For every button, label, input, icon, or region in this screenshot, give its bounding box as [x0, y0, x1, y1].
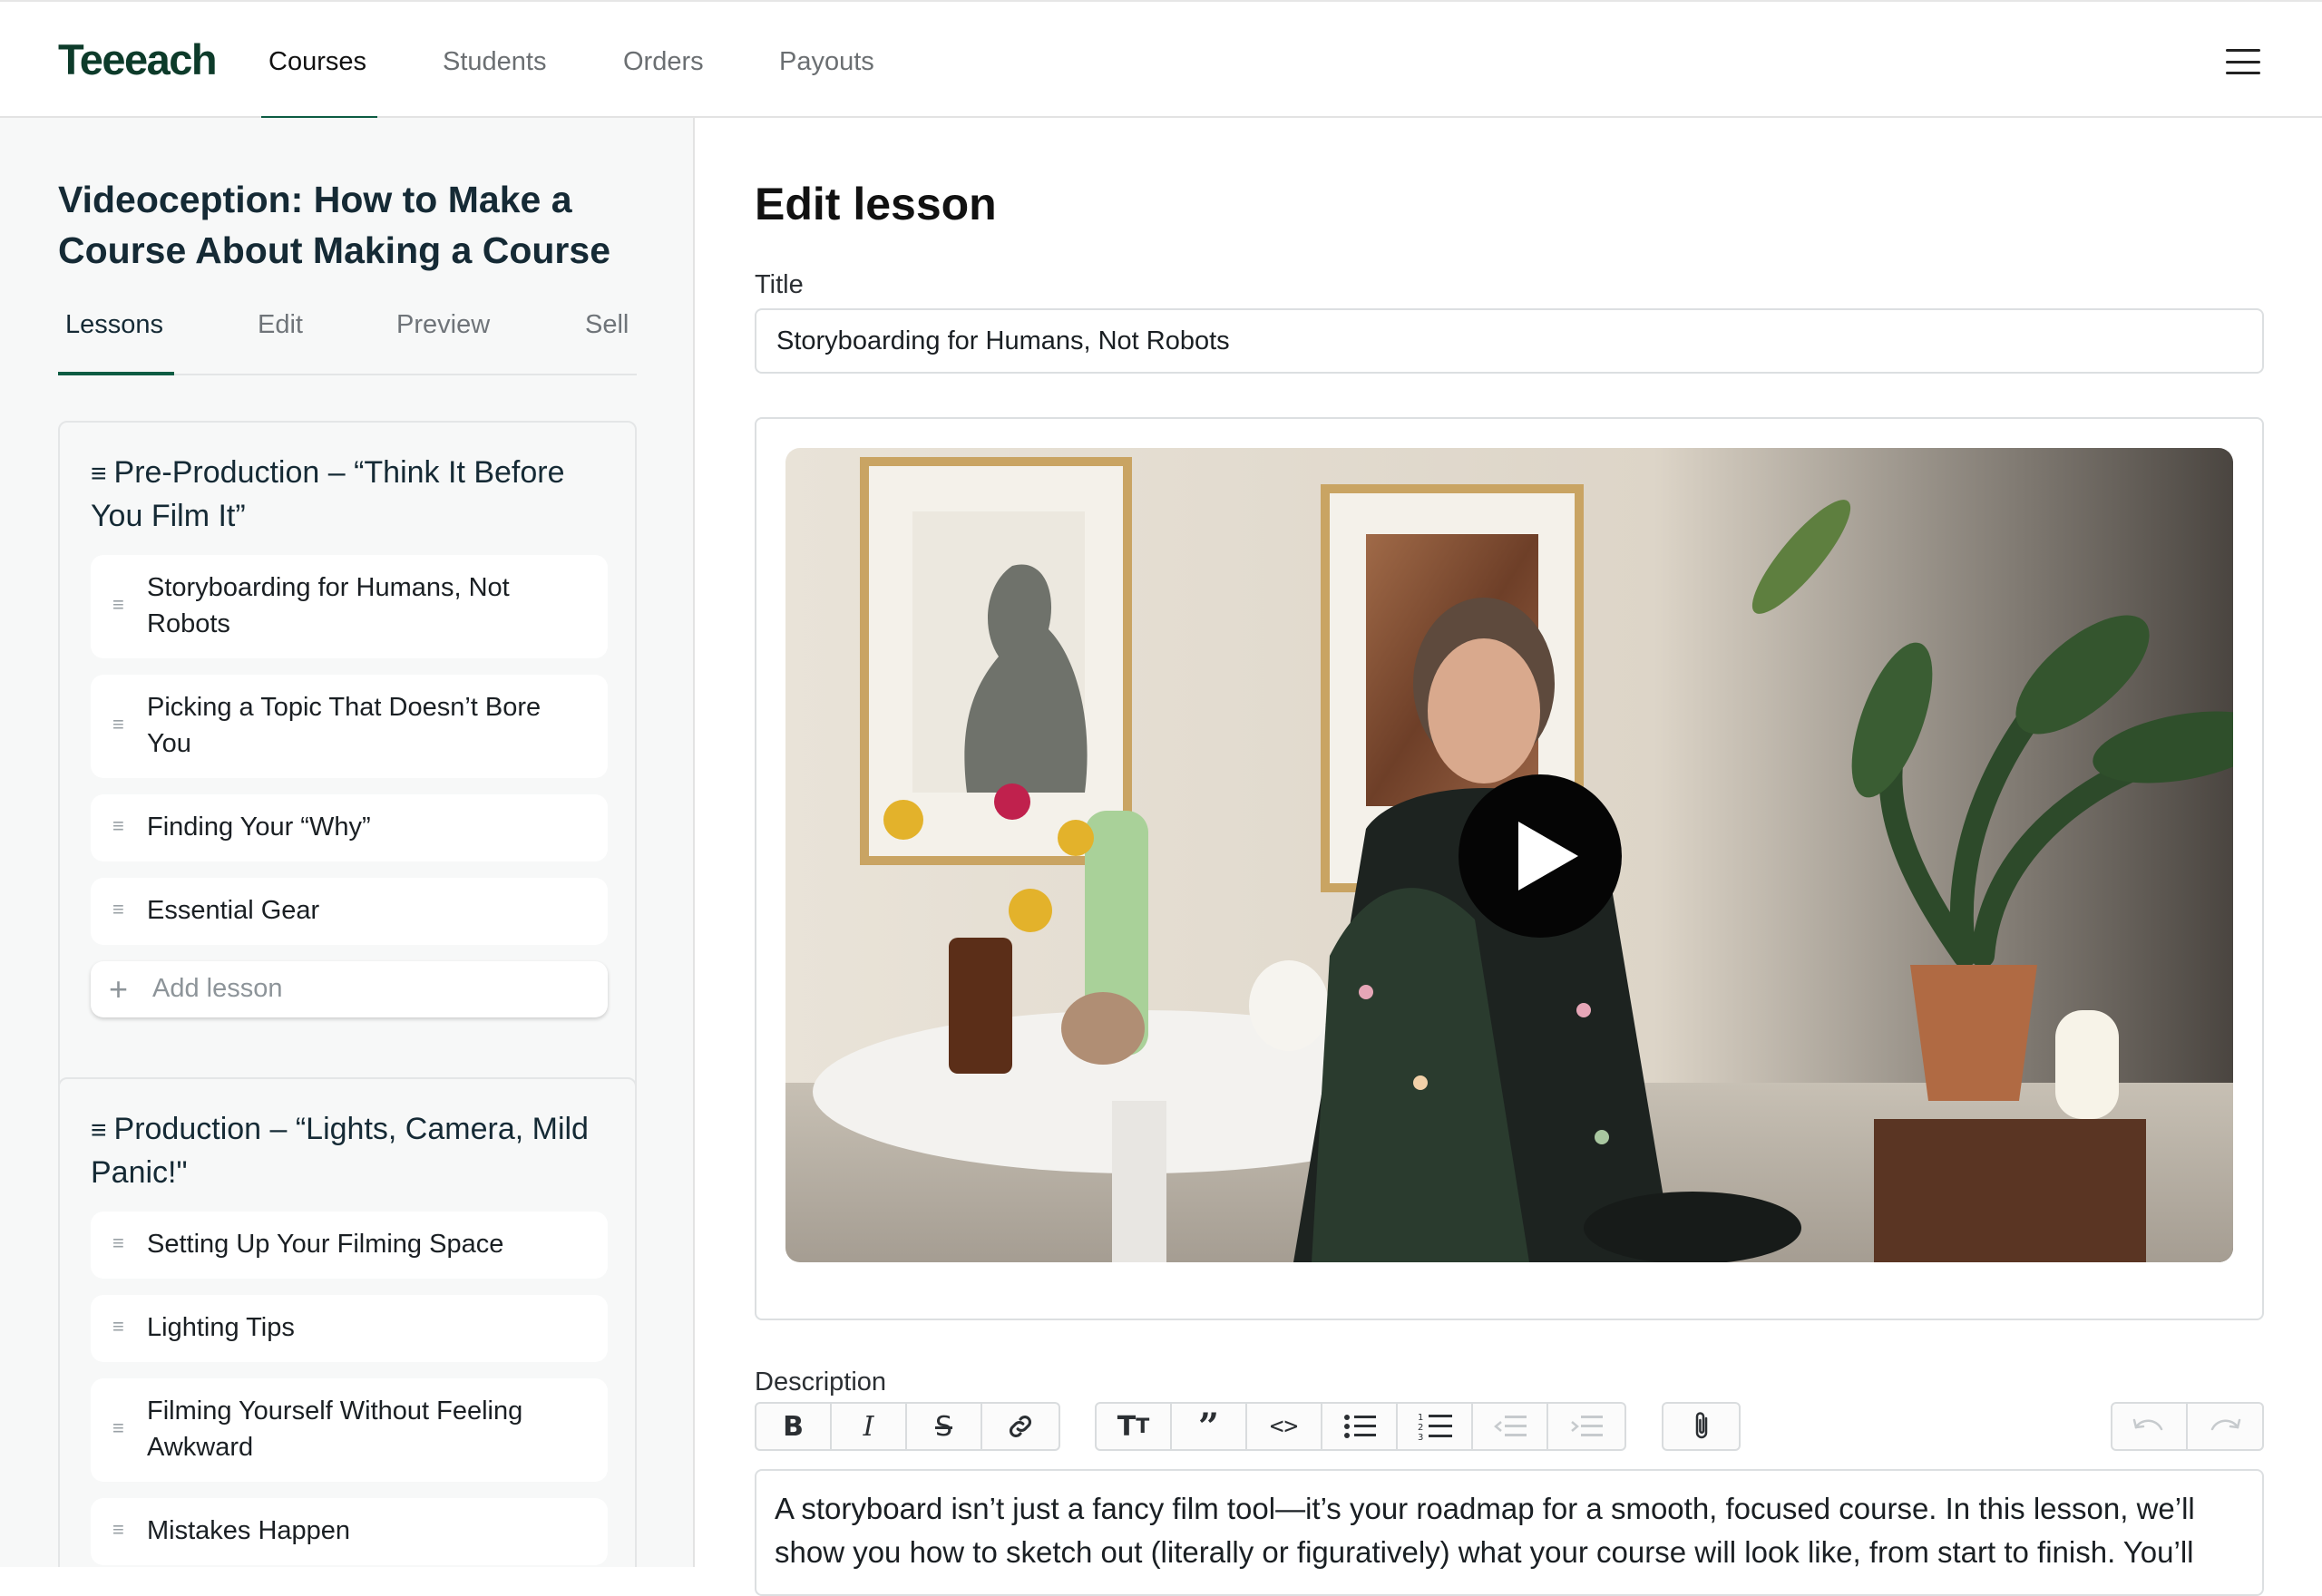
lesson-item[interactable]: ≡ Picking a Topic That Doesn’t Bore You: [91, 675, 608, 778]
lesson-title: Filming Yourself Without Feeling Awkward: [147, 1396, 523, 1462]
history-toolbar-group: [2111, 1402, 2264, 1451]
svg-text:3: 3: [1418, 1433, 1423, 1442]
module-card: ≡ Production – “Lights, Camera, Mild Pani…: [58, 1077, 637, 1567]
svg-text:2: 2: [1418, 1423, 1423, 1433]
drag-handle-icon[interactable]: ≡: [112, 1231, 124, 1255]
hamburger-menu-icon[interactable]: [2226, 49, 2260, 74]
nav-tab-payouts[interactable]: Payouts: [779, 47, 874, 77]
block-toolbar-group: TT ” <> 123: [1095, 1402, 1626, 1451]
lesson-title: Finding Your “Why”: [147, 813, 371, 842]
drag-handle-icon[interactable]: ≡: [112, 814, 124, 838]
video-card: [755, 417, 2264, 1320]
lesson-title: Picking a Topic That Doesn’t Bore You: [147, 693, 541, 758]
active-subtab-indicator: [58, 372, 174, 375]
lesson-item[interactable]: ≡ Essential Gear: [91, 878, 608, 945]
course-sidebar: Videoception: How to Make a Course About…: [0, 118, 695, 1567]
subtab-preview[interactable]: Preview: [396, 310, 490, 340]
lesson-video[interactable]: [785, 448, 2233, 1262]
format-toolbar-group: B I S: [755, 1402, 1060, 1451]
svg-text:1: 1: [1418, 1413, 1423, 1423]
link-icon[interactable]: [982, 1404, 1058, 1449]
drag-handle-icon[interactable]: ≡: [112, 1315, 124, 1338]
drag-handle-icon[interactable]: ≡: [112, 713, 124, 736]
nav-tab-orders[interactable]: Orders: [623, 47, 704, 77]
indent-icon[interactable]: [1548, 1404, 1624, 1449]
outdent-icon[interactable]: [1473, 1404, 1548, 1449]
lesson-item[interactable]: ≡ Mistakes Happen: [91, 1498, 608, 1565]
subtab-edit[interactable]: Edit: [258, 310, 303, 340]
logo[interactable]: Teeeach: [58, 34, 218, 84]
nav-tab-students[interactable]: Students: [443, 47, 546, 77]
numbered-list-icon[interactable]: 123: [1398, 1404, 1473, 1449]
title-label: Title: [755, 270, 804, 299]
drag-handle-icon[interactable]: ≡: [112, 593, 124, 617]
strikethrough-icon[interactable]: S: [907, 1404, 982, 1449]
description-editor[interactable]: A storyboard isn’t just a fancy film too…: [755, 1469, 2264, 1596]
lesson-title-input[interactable]: [755, 308, 2264, 374]
course-title: Videoception: How to Make a Course About…: [58, 179, 610, 271]
page-title: Edit lesson: [755, 179, 997, 229]
subtab-sell[interactable]: Sell: [585, 310, 629, 340]
quote-icon[interactable]: ”: [1172, 1404, 1247, 1449]
bold-icon[interactable]: B: [756, 1404, 832, 1449]
description-label: Description: [755, 1367, 887, 1396]
lesson-item[interactable]: ≡ Lighting Tips: [91, 1295, 608, 1362]
lesson-title: Storyboarding for Humans, Not Robots: [147, 573, 510, 638]
drag-handle-icon[interactable]: ≡: [112, 898, 124, 921]
module-title[interactable]: ≡ Pre-Production – “Think It Before You F…: [91, 452, 617, 538]
play-button[interactable]: [1459, 774, 1622, 938]
lesson-title: Essential Gear: [147, 896, 320, 925]
code-icon[interactable]: <>: [1247, 1404, 1322, 1449]
subtab-lessons[interactable]: Lessons: [65, 310, 163, 340]
drag-handle-icon[interactable]: ≡: [112, 1518, 124, 1542]
drag-handle-icon[interactable]: ≡: [112, 1416, 124, 1440]
lesson-title: Lighting Tips: [147, 1313, 295, 1342]
nav-tab-courses[interactable]: Courses: [268, 47, 366, 77]
top-navigation: Teeeach Courses Students Orders Payouts: [0, 0, 2322, 120]
lesson-title: Mistakes Happen: [147, 1516, 351, 1545]
drag-handle-icon[interactable]: ≡: [91, 1115, 107, 1145]
plus-icon: +: [109, 970, 129, 1007]
heading-icon[interactable]: TT: [1097, 1404, 1172, 1449]
play-icon: [1518, 822, 1578, 890]
lesson-item[interactable]: ≡ Storyboarding for Humans, Not Robots: [91, 555, 608, 658]
add-lesson-button[interactable]: + Add lesson: [91, 961, 608, 1017]
lesson-item[interactable]: ≡ Filming Yourself Without Feeling Awkwa…: [91, 1378, 608, 1482]
module-card: ≡ Pre-Production – “Think It Before You F…: [58, 421, 637, 1166]
lesson-item[interactable]: ≡ Setting Up Your Filming Space: [91, 1212, 608, 1279]
drag-handle-icon[interactable]: ≡: [91, 459, 107, 489]
attachment-icon[interactable]: [1663, 1404, 1739, 1449]
italic-icon[interactable]: I: [832, 1404, 907, 1449]
undo-icon[interactable]: [2112, 1404, 2188, 1449]
bullet-list-icon[interactable]: [1322, 1404, 1398, 1449]
lesson-item[interactable]: ≡ Finding Your “Why”: [91, 794, 608, 861]
attach-toolbar-group: [1662, 1402, 1741, 1451]
redo-icon[interactable]: [2188, 1404, 2263, 1449]
module-title[interactable]: ≡ Production – “Lights, Camera, Mild Pani…: [91, 1108, 617, 1194]
lesson-title: Setting Up Your Filming Space: [147, 1230, 504, 1259]
